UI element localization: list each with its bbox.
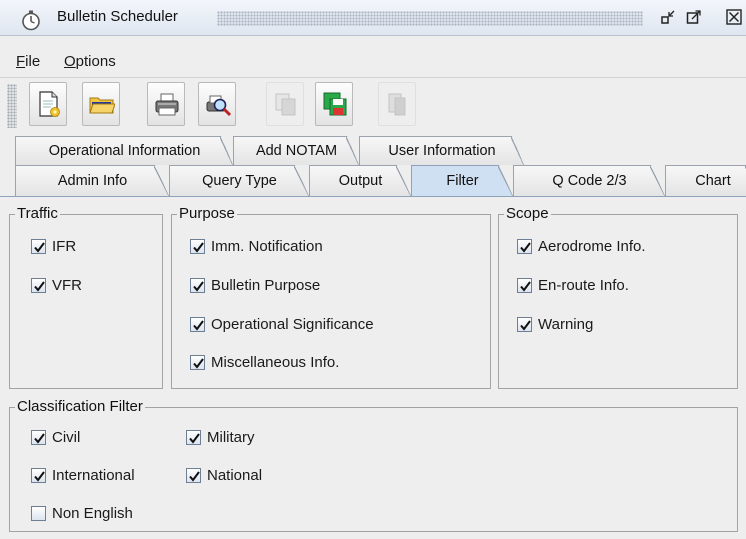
checkbox-box[interactable] [517,239,532,254]
checkbox-international[interactable]: International [31,467,135,484]
title-grip [217,11,643,26]
checkbox-aerodrome-info[interactable]: Aerodrome Info. [517,238,646,255]
checkbox-non-english[interactable]: Non English [31,505,133,522]
checkbox-national[interactable]: National [186,467,262,484]
tab-filter[interactable]: Filter [411,165,513,196]
tab-operational-information[interactable]: Operational Information [15,136,233,165]
tab-chart[interactable]: Chart [665,165,746,196]
purpose-group: Purpose Imm. Notification Bulletin Purpo… [171,205,491,389]
menu-options-mnemonic: O [64,53,76,70]
tab-row-bottom: Admin Info Query Type Output Filter Q Co… [0,165,746,196]
checkbox-en-route-info[interactable]: En-route Info. [517,277,629,294]
tab-admin-info[interactable]: Admin Info [15,165,169,196]
tab-label: Filter [446,173,479,189]
traffic-legend: Traffic [15,205,60,223]
toolbar [0,77,746,135]
tab-row-top: Operational Information Add NOTAM User I… [0,136,746,165]
menu-file[interactable]: File [16,53,40,70]
checkbox-box[interactable] [31,278,46,293]
checkbox-box[interactable] [517,317,532,332]
checkbox-label: Imm. Notification [211,238,323,255]
checkbox-miscellaneous-info[interactable]: Miscellaneous Info. [190,354,339,371]
checkbox-vfr[interactable]: VFR [31,277,82,294]
tab-label: Q Code 2/3 [552,173,627,189]
tab-q-code[interactable]: Q Code 2/3 [513,165,665,196]
checkbox-label: Warning [538,316,594,333]
filter-panel: Traffic IFR VFR Purpose Imm. Notificatio… [0,196,746,539]
checkbox-label: VFR [52,277,82,294]
checkbox-box[interactable] [186,468,201,483]
traffic-group: Traffic IFR VFR [9,205,163,389]
scope-legend: Scope [504,205,551,223]
checkbox-label: Miscellaneous Info. [211,354,340,371]
checkbox-warning[interactable]: Warning [517,316,593,333]
tab-label: Operational Information [48,143,201,159]
checkbox-military[interactable]: Military [186,429,255,446]
checkbox-box[interactable] [31,468,46,483]
open-folder-button[interactable] [82,82,120,126]
checkbox-label: Operational Significance [211,316,374,333]
tab-label: User Information [388,143,496,159]
scope-group: Scope Aerodrome Info. En-route Info. War… [498,205,738,389]
checkbox-label: National [207,467,263,484]
maximize-icon[interactable] [686,9,702,25]
checkbox-label: Civil [52,429,81,446]
checkbox-ifr[interactable]: IFR [31,238,76,255]
checkbox-label: Bulletin Purpose [211,277,321,294]
title-bar[interactable]: Bulletin Scheduler [0,0,746,36]
tab-add-notam[interactable]: Add NOTAM [233,136,359,165]
copy-button[interactable] [266,82,304,126]
tab-label: Output [338,173,383,189]
checkbox-label: International [52,467,135,484]
checkbox-box[interactable] [190,317,205,332]
checkbox-box[interactable] [31,430,46,445]
checkbox-box[interactable] [190,278,205,293]
menu-file-label: ile [25,53,41,70]
paste-button[interactable] [378,82,416,126]
checkbox-box[interactable] [190,239,205,254]
menu-options-label: ptions [75,53,116,70]
tab-query-type[interactable]: Query Type [169,165,309,196]
checkbox-civil[interactable]: Civil [31,429,80,446]
classification-filter-group: Classification Filter Civil Military Int… [9,398,738,532]
checkbox-bulletin-purpose[interactable]: Bulletin Purpose [190,277,320,294]
menu-options[interactable]: Options [64,53,116,70]
new-document-button[interactable] [29,82,67,126]
tab-user-information[interactable]: User Information [359,136,524,165]
tab-label: Admin Info [57,173,128,189]
toolbar-grip[interactable] [7,84,17,128]
tab-output[interactable]: Output [309,165,411,196]
iconify-icon[interactable] [660,9,676,25]
purpose-legend: Purpose [177,205,237,223]
checkbox-box[interactable] [31,239,46,254]
checkbox-label: Aerodrome Info. [538,238,646,255]
menu-file-mnemonic: F [16,53,26,70]
checkbox-label: Non English [52,505,133,522]
print-preview-button[interactable] [198,82,236,126]
checkbox-label: En-route Info. [538,277,629,294]
checkbox-label: Military [207,429,255,446]
tab-label: Chart [695,173,731,189]
checkbox-box[interactable] [186,430,201,445]
checkbox-operational-significance[interactable]: Operational Significance [190,316,374,333]
classification-filter-legend: Classification Filter [15,398,145,416]
checkbox-label: IFR [52,238,77,255]
checkbox-box[interactable] [31,506,46,521]
tab-label: Add NOTAM [255,143,338,159]
checkbox-imm-notification[interactable]: Imm. Notification [190,238,323,255]
tab-label: Query Type [202,173,277,189]
menu-bar: File Options [0,36,746,77]
print-button[interactable] [147,82,185,126]
checkbox-box[interactable] [517,278,532,293]
close-icon[interactable] [726,9,742,25]
save-button[interactable] [315,82,353,126]
window-title: Bulletin Scheduler [57,8,178,25]
stopwatch-icon [20,9,42,31]
checkbox-box[interactable] [190,355,205,370]
